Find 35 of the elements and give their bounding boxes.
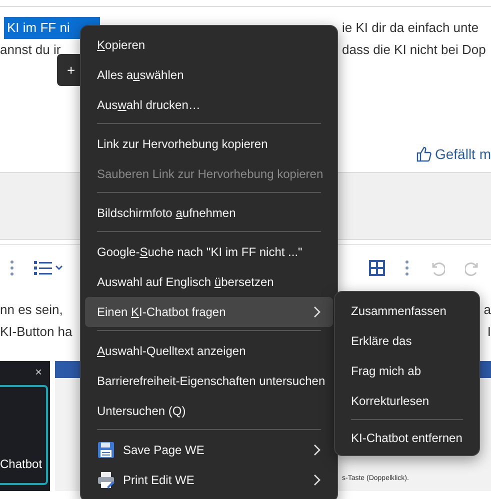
printer-icon [97,471,115,489]
menu-item[interactable]: Save Page WE [85,435,333,465]
like-link[interactable]: Gefällt m [416,146,491,162]
menu-item[interactable]: Auswahl auf Englisch übersetzen [85,267,333,297]
menu-item[interactable]: Auswahl drucken… [85,90,333,120]
menu-item[interactable]: Untersuchen (Q) [85,396,333,426]
redo-icon[interactable] [465,260,481,276]
reply-text: I [487,323,491,341]
chevron-right-icon [313,474,321,486]
menu-item[interactable]: Korrekturlesen [339,386,475,416]
menu-item[interactable]: Barrierefreiheit-Eigenschaften untersuchen [85,366,333,396]
menu-item[interactable]: Google-Suche nach "KI im FF nicht ..." [85,237,333,267]
menu-item[interactable]: Erkläre das [339,326,475,356]
menu-item[interactable]: Print Edit WE [85,465,333,495]
menu-item[interactable]: Einen KI-Chatbot fragen [85,297,333,327]
chevron-right-icon [313,306,321,318]
post-text: dass die KI nicht bei Dop [342,41,487,59]
list-icon[interactable] [34,260,64,276]
more-options-icon[interactable] [10,260,14,276]
menu-item[interactable]: KI-Chatbot entfernen [339,423,475,453]
menu-item[interactable]: Frag mich ab [339,356,475,386]
menu-item[interactable]: Zusammenfassen [339,296,475,326]
panel-text: Chatbot [0,457,42,471]
menu-item[interactable]: Auswahl-Quelltext anzeigen [85,336,333,366]
thumbs-up-icon [416,146,432,162]
more-options-icon[interactable] [405,260,409,276]
reply-text: nn es sein, [0,301,63,319]
menu-item[interactable]: Alles auswählen [85,60,333,90]
table-icon[interactable] [369,260,385,276]
close-button[interactable]: × [34,365,42,379]
menu-item[interactable]: Link zur Hervorhebung kopieren [85,129,333,159]
chevron-right-icon [313,444,321,456]
post-text: ie KI dir da einfach unte [342,19,480,37]
reply-text: KI-Button ha [0,323,72,341]
reply-text: a [484,301,491,319]
